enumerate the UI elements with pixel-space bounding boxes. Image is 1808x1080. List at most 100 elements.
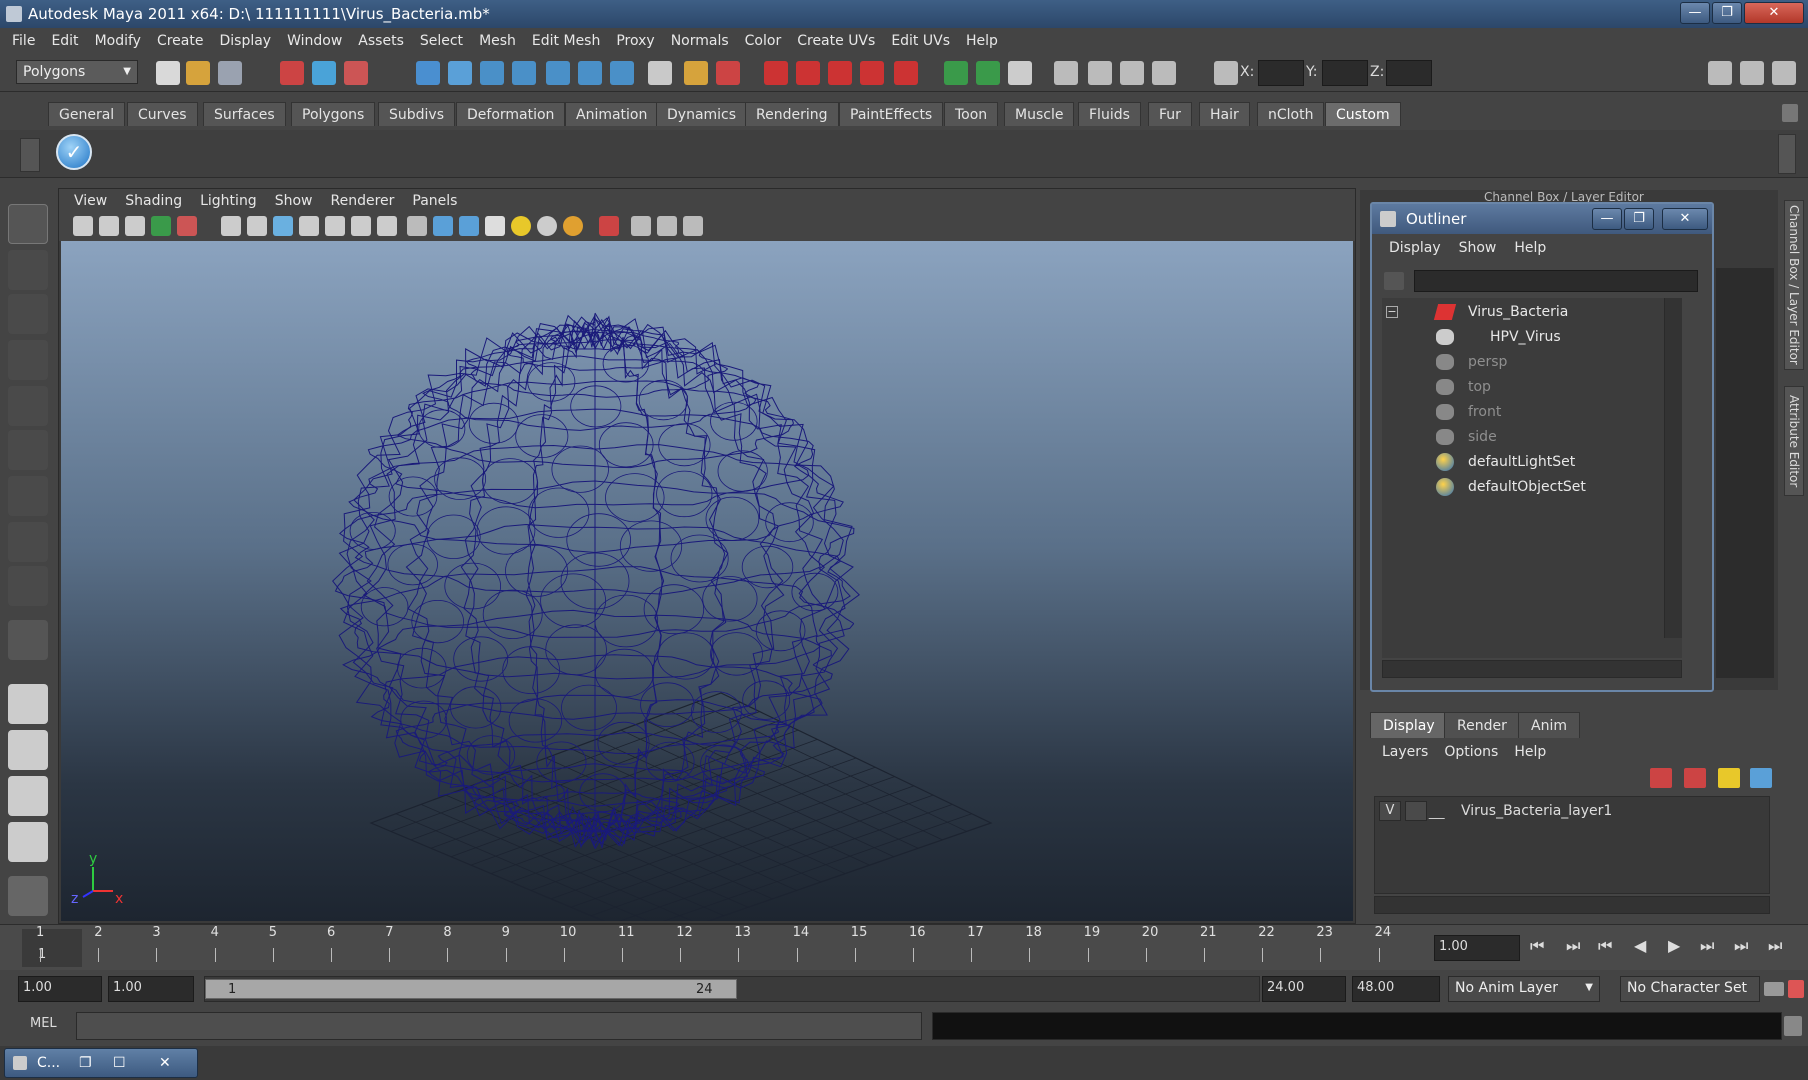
maximize-icon[interactable]: ☐ xyxy=(113,1049,126,1077)
close-icon[interactable]: ✕ xyxy=(159,1049,171,1077)
lasso-tool-icon[interactable] xyxy=(8,250,48,290)
transform-icon[interactable] xyxy=(1214,61,1238,85)
menu-normals[interactable]: Normals xyxy=(663,33,737,49)
move-layer-down-icon[interactable] xyxy=(1684,768,1706,788)
shelf-menu-handle[interactable] xyxy=(20,138,40,172)
resolution-gate-icon[interactable] xyxy=(247,216,267,236)
minimized-window[interactable]: C... ❐ ☐ ✕ xyxy=(4,1048,198,1078)
outliner-horizontal-scrollbar[interactable] xyxy=(1382,660,1682,678)
preferences-icon[interactable] xyxy=(1788,980,1804,998)
tab-fluids[interactable]: Fluids xyxy=(1078,102,1141,126)
character-set-dropdown[interactable]: No Character Set xyxy=(1620,976,1760,1002)
outliner-icon[interactable] xyxy=(1054,61,1078,85)
tab-subdivs[interactable]: Subdivs xyxy=(378,102,456,126)
camera-attributes-icon[interactable] xyxy=(99,216,119,236)
tab-animation[interactable]: Animation xyxy=(565,102,659,126)
history-icon[interactable] xyxy=(578,61,602,85)
shadows-icon[interactable] xyxy=(563,216,583,236)
tab-dynamics[interactable]: Dynamics xyxy=(656,102,748,126)
xray-icon[interactable] xyxy=(631,216,651,236)
toggle-tool-settings-icon[interactable] xyxy=(1740,61,1764,85)
scale-tool-icon[interactable] xyxy=(8,430,48,470)
graph-layout-icon[interactable] xyxy=(8,822,48,862)
maximize-button[interactable]: ❐ xyxy=(1712,2,1742,24)
ipr-render-icon[interactable] xyxy=(796,61,820,85)
outliner-close-button[interactable]: ✕ xyxy=(1662,208,1708,230)
new-layer-from-selection-icon[interactable] xyxy=(1750,768,1772,788)
outliner-vertical-scrollbar[interactable] xyxy=(1664,298,1682,638)
vp-menu-shading[interactable]: Shading xyxy=(116,193,191,209)
menu-edit[interactable]: Edit xyxy=(43,33,86,49)
tab-toon[interactable]: Toon xyxy=(944,102,999,126)
shelf-scroll[interactable] xyxy=(1778,134,1796,174)
list-item[interactable]: Virus_Bacteria xyxy=(1382,300,1682,324)
menu-set-dropdown[interactable]: Polygons ▼ xyxy=(16,60,138,84)
open-scene-icon[interactable] xyxy=(186,61,210,85)
tab-polygons[interactable]: Polygons xyxy=(291,102,376,126)
field-chart-icon[interactable] xyxy=(299,216,319,236)
step-forward-key-icon[interactable]: ⏭ xyxy=(1734,936,1748,956)
close-button[interactable]: ✕ xyxy=(1744,2,1804,24)
vp-menu-show[interactable]: Show xyxy=(266,193,322,209)
anim-layer-dropdown[interactable]: No Anim Layer ▼ xyxy=(1448,976,1600,1002)
list-item[interactable]: top xyxy=(1382,375,1682,399)
menu-color[interactable]: Color xyxy=(737,33,790,49)
menu-create[interactable]: Create xyxy=(149,33,212,49)
snap-live-icon[interactable] xyxy=(546,61,570,85)
toggle-attribute-editor-icon[interactable] xyxy=(1708,61,1732,85)
go-to-end-icon[interactable]: ⏭ xyxy=(1768,936,1782,956)
dope-sheet-icon[interactable] xyxy=(1120,61,1144,85)
start-time-field[interactable]: 1.00 xyxy=(18,976,102,1002)
tab-fur[interactable]: Fur xyxy=(1148,102,1192,126)
range-track[interactable]: 1 24 xyxy=(204,976,1260,1002)
list-item[interactable]: front xyxy=(1382,400,1682,424)
vp-menu-view[interactable]: View xyxy=(65,193,116,209)
tab-attribute-editor[interactable]: Attribute Editor xyxy=(1784,386,1804,496)
render-view-icon[interactable] xyxy=(894,61,918,85)
help-question-icon[interactable] xyxy=(648,61,672,85)
layout-icon[interactable] xyxy=(976,61,1000,85)
camera-select-icon[interactable] xyxy=(73,216,93,236)
virus-bacteria-wireframe[interactable] xyxy=(332,312,860,850)
panel-icon[interactable] xyxy=(1008,61,1032,85)
tab-deformation[interactable]: Deformation xyxy=(456,102,566,126)
outliner-minimize-button[interactable]: — xyxy=(1592,208,1622,230)
textured-icon[interactable] xyxy=(485,216,505,236)
tab-general[interactable]: General xyxy=(48,102,126,126)
menu-create-uvs[interactable]: Create UVs xyxy=(789,33,883,49)
empty-tool-slot[interactable] xyxy=(8,620,48,660)
list-item[interactable]: defaultLightSet xyxy=(1382,450,1682,474)
wireframe-icon[interactable] xyxy=(407,216,427,236)
hypergraph-icon[interactable] xyxy=(1152,61,1176,85)
z-field[interactable] xyxy=(1386,60,1432,86)
layer-menu-layers[interactable]: Layers xyxy=(1374,744,1436,760)
last-tool-icon[interactable] xyxy=(8,566,48,606)
new-scene-icon[interactable] xyxy=(156,61,180,85)
trash-icon[interactable] xyxy=(1782,104,1798,122)
hypershade-icon[interactable] xyxy=(860,61,884,85)
tab-render[interactable]: Render xyxy=(1444,712,1520,738)
play-forward-icon[interactable]: ▶ xyxy=(1668,936,1680,955)
tab-ncloth[interactable]: nCloth xyxy=(1257,102,1325,126)
outliner-menu-show[interactable]: Show xyxy=(1450,240,1506,256)
snap-point-icon[interactable] xyxy=(480,61,504,85)
vp-menu-lighting[interactable]: Lighting xyxy=(191,193,266,209)
tab-painteffects[interactable]: PaintEffects xyxy=(839,102,944,126)
move-layer-up-icon[interactable] xyxy=(1650,768,1672,788)
four-view-layout-icon[interactable] xyxy=(8,730,48,770)
menu-edit-uvs[interactable]: Edit UVs xyxy=(883,33,958,49)
outliner-search-input[interactable] xyxy=(1414,270,1698,292)
menu-assets[interactable]: Assets xyxy=(350,33,412,49)
snap-plane-icon[interactable] xyxy=(512,61,536,85)
image-plane-icon[interactable] xyxy=(151,216,171,236)
list-item[interactable]: side xyxy=(1382,425,1682,449)
rotate-tool-icon[interactable] xyxy=(8,386,48,426)
layer-display-type-toggle[interactable] xyxy=(1405,801,1427,821)
menu-help[interactable]: Help xyxy=(958,33,1006,49)
range-bar[interactable]: 1 24 xyxy=(205,979,737,999)
smooth-shade-icon[interactable] xyxy=(433,216,453,236)
menu-file[interactable]: File xyxy=(4,33,43,49)
grid-toggle-icon[interactable] xyxy=(177,216,197,236)
restore-icon[interactable]: ❐ xyxy=(79,1049,92,1077)
hud-icon[interactable] xyxy=(683,216,703,236)
